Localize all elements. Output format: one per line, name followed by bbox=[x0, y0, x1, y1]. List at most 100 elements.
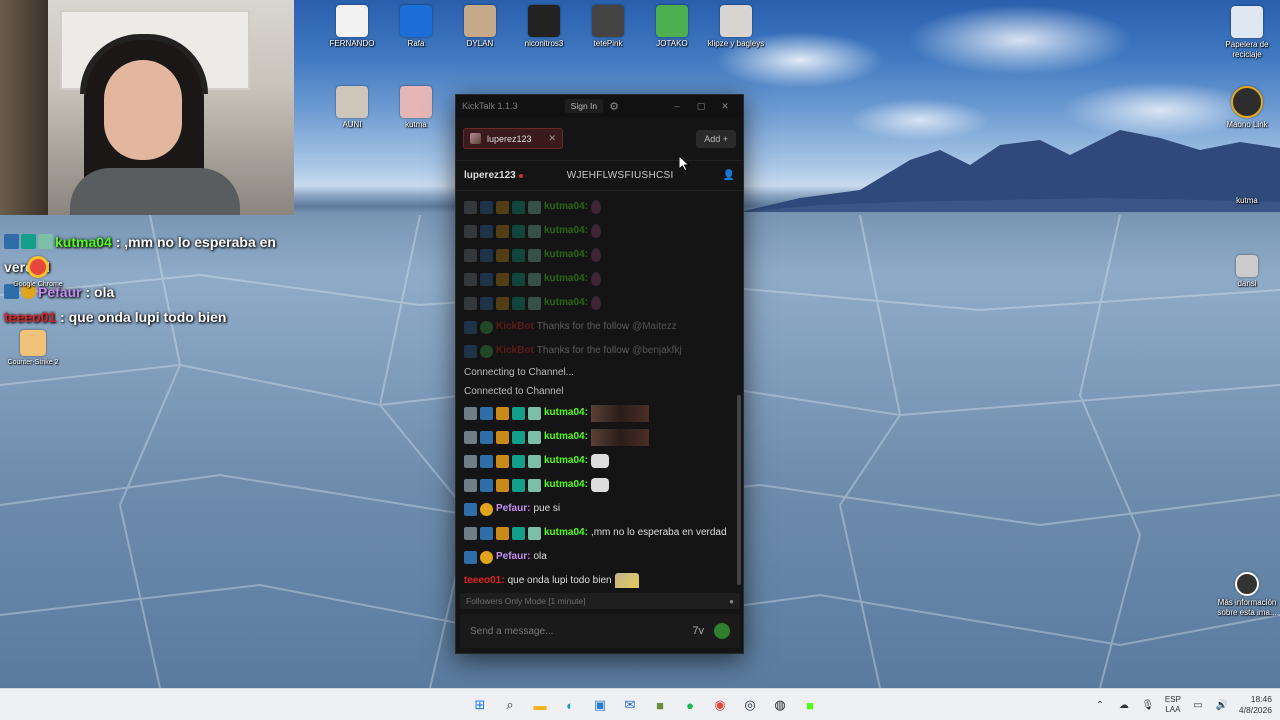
chat-username[interactable]: kutma04: bbox=[544, 526, 588, 540]
desktop-icon-dansi[interactable]: dansi bbox=[1212, 255, 1280, 289]
chat-username[interactable]: Pefaur: bbox=[496, 550, 530, 564]
chat-username[interactable]: kutma04: bbox=[544, 454, 588, 468]
og-badge-icon bbox=[528, 296, 541, 310]
chat-username[interactable]: kutma04: bbox=[544, 224, 588, 238]
info-icon[interactable]: ● bbox=[729, 597, 734, 606]
system-message[interactable]: Connected to Channel bbox=[464, 382, 728, 401]
desktop-icon-klipze[interactable]: klipze y bagleys bbox=[701, 5, 771, 49]
chat-message[interactable]: kutma04: bbox=[464, 195, 728, 219]
kick-emote-icon[interactable] bbox=[714, 623, 730, 639]
chat-message[interactable]: kutma04: bbox=[464, 401, 728, 425]
desktop-icon-spotlight-info[interactable]: Más información sobre esta ima... bbox=[1212, 572, 1280, 618]
message-input[interactable] bbox=[470, 625, 683, 637]
emote-drop-icon[interactable] bbox=[590, 200, 601, 214]
emote-drop-icon[interactable] bbox=[590, 296, 601, 310]
store-app-icon[interactable]: ▣ bbox=[588, 693, 612, 717]
chat-username[interactable]: kutma04: bbox=[544, 478, 588, 492]
spotify-app-icon[interactable]: ● bbox=[678, 693, 702, 717]
chevron-up-icon[interactable]: ⌃ bbox=[1093, 698, 1107, 712]
chat-message[interactable]: kutma04: bbox=[464, 219, 728, 243]
chat-message[interactable]: kutma04: bbox=[464, 291, 728, 315]
emote-drop-icon[interactable] bbox=[590, 248, 601, 262]
outlook-app-icon[interactable]: ✉ bbox=[618, 693, 642, 717]
chat-username[interactable]: KickBot bbox=[496, 320, 534, 334]
username-separator: : bbox=[584, 249, 588, 260]
chat-message[interactable]: Pefaur: ola bbox=[464, 545, 728, 569]
chat-messages[interactable]: kutma04: kutma04: kutma04: kutma04: kutma04:… bbox=[456, 192, 736, 588]
chat-username[interactable]: kutma04: bbox=[544, 248, 588, 262]
emote-img-icon[interactable] bbox=[590, 428, 649, 446]
mention-text[interactable]: @benjakfkj bbox=[632, 344, 682, 358]
desktop-icon-recycle-bin[interactable]: Papelera de reciclaje bbox=[1212, 6, 1280, 60]
chat-message[interactable]: kutma04: bbox=[464, 243, 728, 267]
user-icon[interactable]: 👤 bbox=[723, 170, 735, 181]
chat-message[interactable]: KickBot Thanks for the follow @benjakfkj bbox=[464, 339, 728, 363]
steam-app-icon[interactable]: ◎ bbox=[738, 693, 762, 717]
chat-message[interactable]: kutma04: bbox=[464, 449, 728, 473]
emote-dog-icon[interactable] bbox=[614, 572, 639, 588]
start-button-icon[interactable]: ⊞ bbox=[468, 693, 492, 717]
minecraft-app-icon[interactable]: ■ bbox=[648, 693, 672, 717]
emote-cat-icon[interactable] bbox=[590, 454, 609, 468]
language-indicator[interactable]: ESP LAA bbox=[1165, 695, 1181, 715]
system-message[interactable]: Connecting to Channel... bbox=[464, 363, 728, 382]
obs-app-icon[interactable]: ◍ bbox=[768, 693, 792, 717]
kicktalk-titlebar[interactable]: KickTalk 1.1.3 Sign In ⚙ – ▢ ✕ bbox=[456, 95, 743, 117]
close-icon[interactable]: ✕ bbox=[713, 101, 737, 112]
sign-in-button[interactable]: Sign In bbox=[564, 99, 604, 113]
clock[interactable]: 18:46 4/8/2026 bbox=[1239, 694, 1272, 716]
desktop-icon-fernando[interactable]: FERNANDO bbox=[317, 5, 387, 49]
chat-message-text: pue si bbox=[533, 503, 561, 514]
chat-username[interactable]: kutma04: bbox=[544, 272, 588, 286]
desktop-icon-niconitros3[interactable]: niconitros3 bbox=[509, 5, 579, 49]
network-icon[interactable]: ▭ bbox=[1191, 698, 1205, 712]
chat-message[interactable]: kutma04: ,mm no lo esperaba en verdad bbox=[464, 521, 728, 545]
tab-luperez123[interactable]: luperez123 ✕ bbox=[463, 128, 563, 149]
emote-drop-icon[interactable] bbox=[590, 272, 601, 286]
desktop-icon-rafa[interactable]: Rafa bbox=[381, 5, 451, 49]
chat-username[interactable]: kutma04: bbox=[544, 296, 588, 310]
chat-message[interactable]: KickBot Thanks for the follow @Maitezz bbox=[464, 315, 728, 339]
chat-message[interactable]: Pefaur: pue si bbox=[464, 497, 728, 521]
desktop-icon-dylan[interactable]: DYLAN bbox=[445, 5, 515, 49]
chat-message[interactable]: teeeo01: que onda lupi todo bien bbox=[464, 569, 728, 588]
emote-cat-icon[interactable] bbox=[590, 478, 609, 492]
desktop-icon-chrome[interactable]: Google Chrome bbox=[3, 256, 73, 290]
gear-icon[interactable]: ⚙ bbox=[609, 100, 619, 113]
desktop-icon-kutma-folder[interactable]: kutma bbox=[381, 86, 451, 130]
add-channel-button[interactable]: Add + bbox=[696, 129, 736, 148]
7tv-emote-icon[interactable]: 7v bbox=[692, 625, 704, 637]
subscriber-badge-icon bbox=[464, 272, 477, 286]
chat-username[interactable]: KickBot bbox=[496, 344, 534, 358]
chat-message[interactable]: kutma04: bbox=[464, 473, 728, 497]
search-button-icon[interactable]: ⌕ bbox=[498, 693, 522, 717]
chat-scrollbar[interactable] bbox=[737, 395, 741, 585]
chat-username[interactable]: kutma04: bbox=[544, 200, 588, 214]
minimize-icon[interactable]: – bbox=[665, 101, 689, 111]
edge-browser-icon[interactable]: ◐ bbox=[558, 693, 582, 717]
volume-icon[interactable]: 🔊 bbox=[1215, 698, 1229, 712]
microphone-icon[interactable]: 🎙 bbox=[1141, 698, 1155, 712]
kick-app-icon[interactable]: ■ bbox=[798, 693, 822, 717]
chat-username[interactable]: teeeo01: bbox=[464, 574, 505, 588]
desktop-icon-cs2[interactable]: Counter-Strike 2 bbox=[0, 330, 68, 368]
maximize-icon[interactable]: ▢ bbox=[689, 101, 713, 112]
desktop-icon-auni[interactable]: AUNI bbox=[317, 86, 387, 130]
emote-img-icon[interactable] bbox=[590, 404, 649, 422]
channel-name: luperez123 bbox=[464, 170, 516, 181]
desktop-icon-jotako[interactable]: JOTAKO bbox=[637, 5, 707, 49]
desktop-icon-kutma[interactable]: kutma bbox=[1212, 176, 1280, 206]
chat-username[interactable]: Pefaur: bbox=[496, 502, 530, 516]
chat-username[interactable]: kutma04: bbox=[544, 406, 588, 420]
cloud-icon[interactable]: ☁ bbox=[1117, 698, 1131, 712]
chat-message[interactable]: kutma04: bbox=[464, 267, 728, 291]
mention-text[interactable]: @Maitezz bbox=[632, 320, 677, 334]
emote-drop-icon[interactable] bbox=[590, 224, 601, 238]
chrome-app-icon[interactable]: ◉ bbox=[708, 693, 732, 717]
chat-username[interactable]: kutma04: bbox=[544, 430, 588, 444]
file-explorer-icon[interactable]: ▬ bbox=[528, 693, 552, 717]
close-tab-icon[interactable]: ✕ bbox=[548, 133, 556, 144]
desktop-icon-maono-link[interactable]: Maono Link bbox=[1212, 86, 1280, 130]
desktop-icon-tetepink[interactable]: tetePink bbox=[573, 5, 643, 49]
chat-message[interactable]: kutma04: bbox=[464, 425, 728, 449]
